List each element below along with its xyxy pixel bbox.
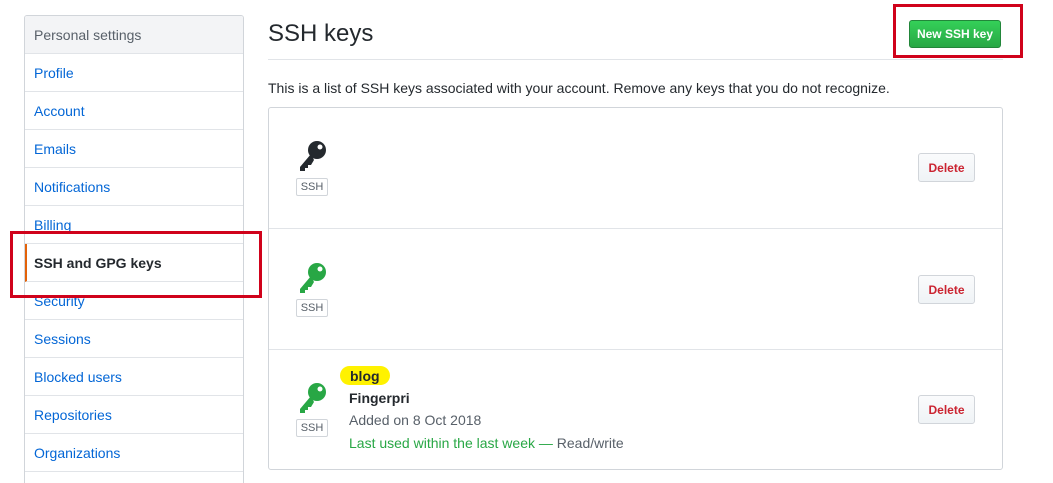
delete-key-button[interactable]: Delete: [918, 153, 975, 182]
annotation-highlight-ssh-keys: [10, 231, 262, 298]
key-added-date: Added on 8 Oct 2018: [349, 412, 482, 428]
sidebar-item-sessions[interactable]: Sessions: [25, 320, 243, 358]
key-title-redacted: [359, 128, 382, 144]
ssh-key-item: SSH Delete: [269, 108, 1002, 229]
key-icon: [300, 383, 326, 413]
key-access-level: Read/write: [556, 435, 624, 451]
key-icon: [300, 263, 326, 293]
key-type-badge: SSH: [296, 178, 328, 196]
sidebar-header: Personal settings: [25, 16, 243, 54]
ssh-keys-list: SSH Delete SSH Delete SSH blog Fingerpri…: [268, 107, 1003, 470]
key-last-used-text: Last used within the last week —: [349, 435, 553, 451]
key-type-badge: SSH: [296, 299, 328, 317]
key-fingerprint: Fingerpri: [349, 390, 410, 406]
sidebar-item-emails[interactable]: Emails: [25, 130, 243, 168]
key-last-used: Last used within the last week — Read/wr…: [349, 435, 624, 451]
intro-text: This is a list of SSH keys associated wi…: [268, 80, 890, 96]
page-title: SSH keys: [268, 20, 374, 47]
annotation-highlight-new-key: [893, 4, 1023, 58]
title-divider: [268, 59, 1003, 60]
key-type-badge: SSH: [296, 419, 328, 437]
ssh-key-item: SSH Delete: [269, 229, 1002, 350]
key-icon: [300, 141, 326, 171]
sidebar-item-organizations[interactable]: Organizations: [25, 434, 243, 472]
sidebar-item-profile[interactable]: Profile: [25, 54, 243, 92]
sidebar-item-repositories[interactable]: Repositories: [25, 396, 243, 434]
sidebar-item-blocked-users[interactable]: Blocked users: [25, 358, 243, 396]
sidebar-item-account[interactable]: Account: [25, 92, 243, 130]
key-title: blog: [340, 366, 390, 385]
delete-key-button[interactable]: Delete: [918, 395, 975, 424]
ssh-key-item: SSH blog Fingerpri Added on 8 Oct 2018 L…: [269, 350, 1002, 470]
sidebar-item-notifications[interactable]: Notifications: [25, 168, 243, 206]
delete-key-button[interactable]: Delete: [918, 275, 975, 304]
